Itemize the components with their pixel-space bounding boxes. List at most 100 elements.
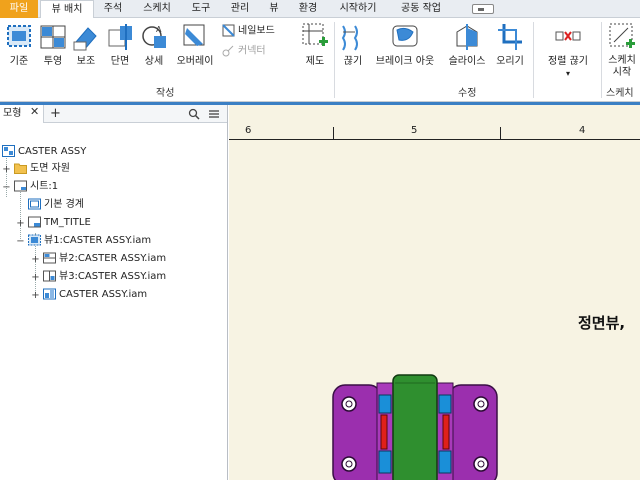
slice-button[interactable]: 슬라이스 <box>444 22 490 88</box>
start-sketch-label-2: 시작 <box>612 67 632 78</box>
section-view-button[interactable]: 단면 <box>104 22 136 88</box>
tab-sketch[interactable]: 스케치 <box>135 0 179 18</box>
assembly-icon <box>43 288 56 300</box>
left-lower-bearing <box>378 450 392 474</box>
menu-icon[interactable] <box>208 108 220 120</box>
overlay-view-icon <box>183 24 205 46</box>
wheel <box>392 374 438 480</box>
tree-item-sheet[interactable]: 시트:1 <box>14 179 58 195</box>
tree-item-view1[interactable]: 뷰1:CASTER ASSY.iam <box>28 233 151 249</box>
svg-text:A: A <box>156 25 162 34</box>
tree-item-title-block[interactable]: TM_TITLE <box>28 215 91 231</box>
break-alignment-button[interactable]: 정렬 끊기 ▾ <box>540 22 596 88</box>
tab-get-started[interactable]: 시작하기 <box>330 0 386 18</box>
ribbon-display-dropdown[interactable] <box>472 4 494 14</box>
tree-item-view3[interactable]: 뷰3:CASTER ASSY.iam <box>43 269 166 285</box>
nailboard-label: 네일보드 <box>238 25 275 37</box>
projected-view-button[interactable]: 투영 <box>38 22 68 88</box>
caster-assembly-view[interactable] <box>329 373 501 480</box>
right-lower-bearing <box>438 450 452 474</box>
zone-tick <box>500 127 501 139</box>
search-icon[interactable] <box>188 108 200 120</box>
panel-divider <box>334 22 335 98</box>
tab-tools[interactable]: 도구 <box>184 0 218 18</box>
tab-view[interactable]: 뷰 <box>262 0 286 18</box>
add-tab-icon[interactable]: + <box>50 105 61 123</box>
connector-icon <box>222 45 234 57</box>
zone-tick <box>333 127 334 139</box>
expand-toggle[interactable]: + <box>2 165 11 175</box>
expand-toggle[interactable]: + <box>31 255 40 265</box>
border-icon <box>28 198 41 210</box>
bolt-hole <box>341 396 357 412</box>
crop-button[interactable]: 오리기 <box>494 22 526 88</box>
tab-file[interactable]: 파일 <box>0 0 38 18</box>
tree-item-root[interactable]: CASTER ASSY <box>2 144 86 160</box>
tab-view-layout[interactable]: 뷰 배치 <box>40 0 94 19</box>
tree-item-label: 뷰2:CASTER ASSY.iam <box>59 253 167 264</box>
break-label: 끊기 <box>343 56 363 67</box>
detail-view-button[interactable]: A 상세 <box>138 22 170 88</box>
auxiliary-view-button[interactable]: 보조 <box>70 22 102 88</box>
tree-item-label: 시트:1 <box>30 181 59 192</box>
projected-view-icon <box>40 25 66 49</box>
tree-item-view2[interactable]: 뷰2:CASTER ASSY.iam <box>43 251 166 267</box>
modify-panel-label: 수정 <box>458 88 477 99</box>
model-browser: 모형 ✕ + CASTER ASSY + 도면 자원 − 시트:1 기본 경계 … <box>0 105 228 480</box>
right-upper-bearing <box>438 394 452 414</box>
tab-manage[interactable]: 관리 <box>222 0 258 18</box>
tree-item-drawing-resources[interactable]: 도면 자원 <box>14 161 70 177</box>
crop-icon <box>498 24 522 50</box>
assembly-icon <box>2 145 15 157</box>
collapse-toggle[interactable]: − <box>16 237 25 247</box>
ribbon: 기준 투영 보조 단면 A 상세 오버레이 네일보드 커넥터 제도 작성 끊기 … <box>0 18 640 102</box>
drawing-canvas[interactable]: 6 5 4 정면뷰, <box>229 105 640 480</box>
close-icon[interactable]: ✕ <box>30 105 39 118</box>
zone-label: 5 <box>411 125 418 136</box>
auxiliary-view-label: 보조 <box>76 56 96 67</box>
overlay-view-button[interactable]: 오버레이 <box>172 22 218 88</box>
tree-item-label: 기본 경계 <box>44 199 84 210</box>
bolt-hole <box>473 456 489 472</box>
base-view-icon <box>28 234 41 246</box>
expand-toggle[interactable]: + <box>31 291 40 301</box>
base-view-button[interactable]: 기준 <box>2 22 36 88</box>
nailboard-button[interactable]: 네일보드 <box>222 24 275 38</box>
break-alignment-label: 정렬 끊기 <box>548 56 588 67</box>
left-upper-bearing <box>378 394 392 414</box>
connector-label: 커넥터 <box>238 45 266 57</box>
zone-label: 6 <box>245 125 252 136</box>
break-alignment-icon <box>555 31 581 41</box>
left-bracket-plate <box>332 384 382 480</box>
expand-toggle[interactable]: + <box>16 219 25 229</box>
tab-environments[interactable]: 환경 <box>290 0 326 18</box>
tab-collaborate[interactable]: 공동 작업 <box>392 0 450 18</box>
right-bracket-plate <box>448 384 498 480</box>
title-block-icon <box>28 216 41 228</box>
break-out-button[interactable]: 브레이크 아웃 <box>370 22 440 88</box>
bolt-hole <box>473 396 489 412</box>
collapse-toggle[interactable]: − <box>2 183 11 193</box>
break-button[interactable]: 끊기 <box>338 22 368 88</box>
sketch-panel-label: 스케치 <box>606 88 634 99</box>
projected-view-label: 투영 <box>43 56 63 67</box>
projected-view-icon <box>43 252 56 264</box>
folder-icon <box>14 163 27 174</box>
right-spacer <box>442 414 450 450</box>
expand-toggle[interactable]: + <box>31 273 40 283</box>
draft-button[interactable]: 제도 <box>300 22 330 88</box>
tree-item-assembly-file[interactable]: CASTER ASSY.iam <box>43 287 147 303</box>
slice-label: 슬라이스 <box>448 56 486 67</box>
section-view-icon <box>108 24 132 50</box>
base-view-icon <box>7 25 31 47</box>
tree-item-default-border[interactable]: 기본 경계 <box>28 197 84 213</box>
sheet-icon <box>14 180 27 192</box>
create-panel-label: 작성 <box>156 88 175 99</box>
section-view-label: 단면 <box>110 56 130 67</box>
tab-annotate[interactable]: 주석 <box>96 0 130 18</box>
start-sketch-button[interactable]: 스케치 시작 <box>604 22 640 88</box>
nailboard-icon <box>222 24 235 37</box>
base-view-label: 기준 <box>9 56 29 67</box>
projected-view-icon <box>43 270 56 282</box>
connector-button[interactable]: 커넥터 <box>222 44 266 58</box>
